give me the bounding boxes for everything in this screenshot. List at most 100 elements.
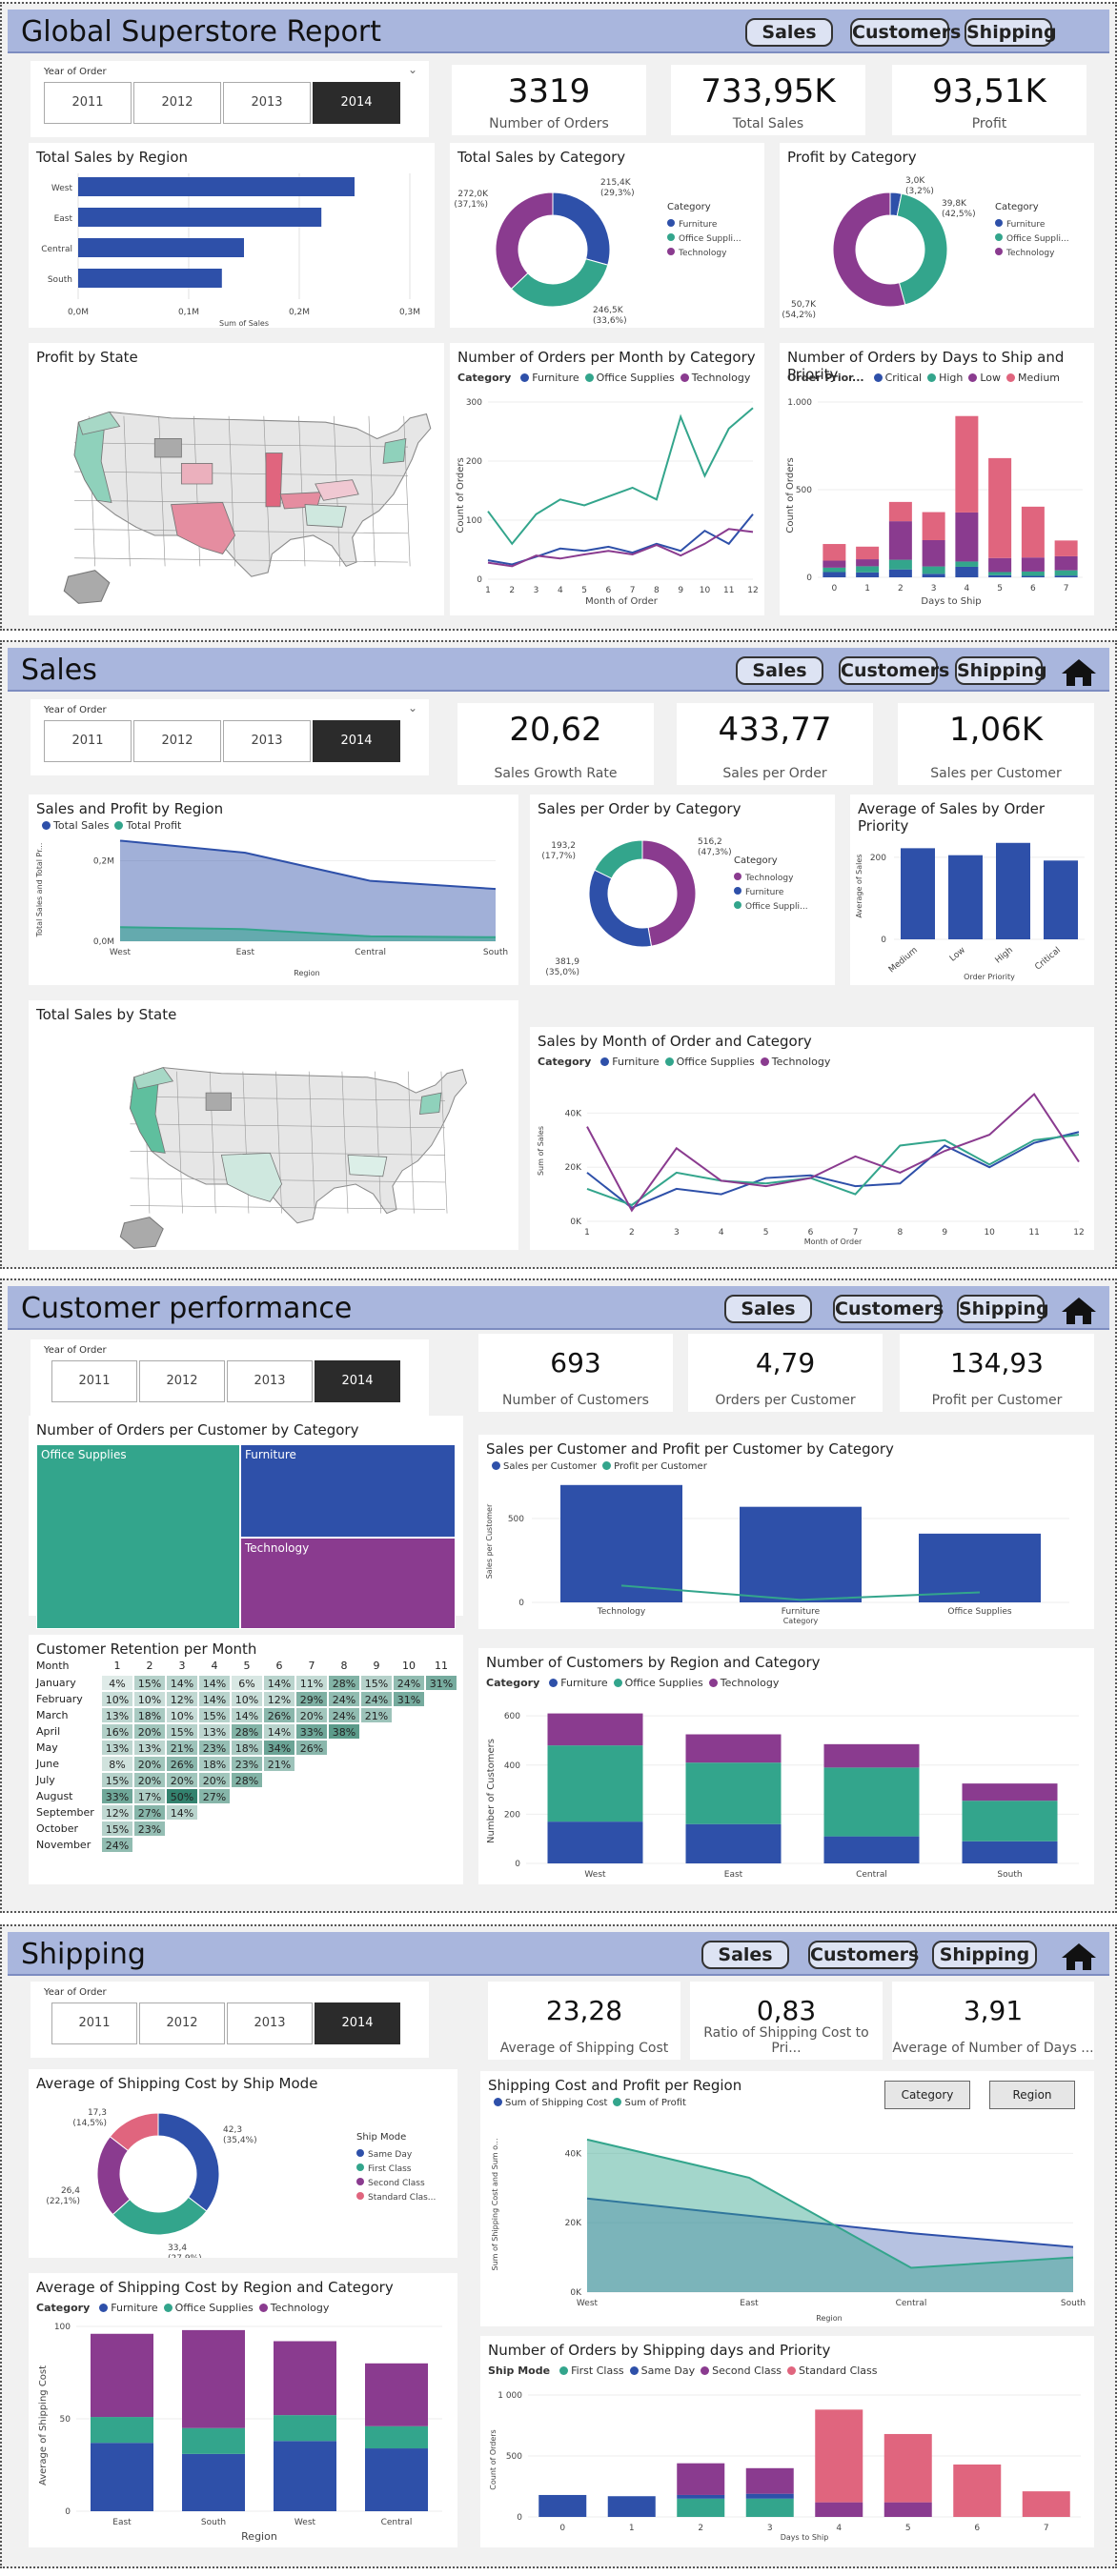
- matrix-cell[interactable]: 14%: [263, 1723, 295, 1740]
- state-shape[interactable]: [220, 1152, 283, 1202]
- customers-nav-button[interactable]: Customers: [833, 1295, 944, 1323]
- matrix-cell[interactable]: 15%: [101, 1772, 133, 1788]
- year-2011-button[interactable]: 2011: [51, 1360, 137, 1402]
- customers-nav-button[interactable]: Customers: [850, 18, 961, 47]
- shipping-nav-button[interactable]: Shipping: [957, 1295, 1049, 1323]
- shipping-nav-button[interactable]: Shipping: [932, 1941, 1037, 1969]
- matrix-cell[interactable]: 14%: [198, 1675, 231, 1691]
- alaska-shape[interactable]: [119, 1217, 164, 1249]
- matrix-cell[interactable]: 38%: [328, 1723, 360, 1740]
- matrix-cell[interactable]: 28%: [328, 1675, 360, 1691]
- matrix-cell[interactable]: 10%: [231, 1691, 263, 1707]
- matrix-cell[interactable]: 26%: [295, 1740, 328, 1756]
- state-shape[interactable]: [265, 453, 283, 508]
- matrix-cell[interactable]: 24%: [328, 1691, 360, 1707]
- matrix-cell[interactable]: 23%: [133, 1821, 166, 1837]
- sales-nav-button[interactable]: Sales: [701, 1941, 789, 1969]
- year-2014-button[interactable]: 2014: [313, 82, 400, 124]
- matrix-cell[interactable]: 14%: [198, 1691, 231, 1707]
- matrix-cell[interactable]: 28%: [231, 1723, 263, 1740]
- year-2013-button[interactable]: 2013: [223, 720, 311, 762]
- matrix-cell[interactable]: 11%: [295, 1675, 328, 1691]
- home-icon[interactable]: [1060, 1296, 1098, 1326]
- matrix-cell[interactable]: 24%: [393, 1675, 425, 1691]
- matrix-cell[interactable]: 21%: [166, 1740, 198, 1756]
- sales-nav-button[interactable]: Sales: [724, 1295, 812, 1323]
- matrix-cell[interactable]: 18%: [133, 1707, 166, 1723]
- matrix-cell[interactable]: 28%: [231, 1772, 263, 1788]
- home-icon[interactable]: [1060, 657, 1098, 688]
- sales-nav-button[interactable]: Sales: [745, 18, 833, 47]
- matrix-cell[interactable]: 14%: [166, 1675, 198, 1691]
- matrix-cell[interactable]: 15%: [133, 1675, 166, 1691]
- matrix-cell[interactable]: 12%: [166, 1691, 198, 1707]
- customers-nav-button[interactable]: Customers: [839, 656, 949, 685]
- treemap-tile-furniture[interactable]: Furniture: [240, 1444, 456, 1538]
- home-icon[interactable]: [1060, 1942, 1098, 1972]
- matrix-cell[interactable]: 34%: [263, 1740, 295, 1756]
- matrix-cell[interactable]: 20%: [166, 1772, 198, 1788]
- matrix-cell[interactable]: 17%: [133, 1788, 166, 1804]
- year-2013-button[interactable]: 2013: [223, 82, 311, 124]
- matrix-cell[interactable]: 15%: [360, 1675, 393, 1691]
- matrix-cell[interactable]: 20%: [198, 1772, 231, 1788]
- matrix-cell[interactable]: 14%: [263, 1675, 295, 1691]
- matrix-cell[interactable]: 33%: [295, 1723, 328, 1740]
- matrix-cell[interactable]: 13%: [101, 1707, 133, 1723]
- year-2011-button[interactable]: 2011: [44, 82, 132, 124]
- matrix-cell[interactable]: 31%: [393, 1691, 425, 1707]
- customers-nav-button[interactable]: Customers: [808, 1941, 919, 1969]
- matrix-cell[interactable]: 16%: [101, 1723, 133, 1740]
- matrix-cell[interactable]: 24%: [360, 1691, 393, 1707]
- matrix-cell[interactable]: 20%: [133, 1723, 166, 1740]
- matrix-cell[interactable]: 10%: [166, 1707, 198, 1723]
- matrix-cell[interactable]: 20%: [133, 1756, 166, 1772]
- matrix-cell[interactable]: 13%: [198, 1723, 231, 1740]
- matrix-cell[interactable]: 18%: [198, 1756, 231, 1772]
- year-2013-button[interactable]: 2013: [227, 2002, 313, 2044]
- matrix-cell[interactable]: 23%: [198, 1740, 231, 1756]
- matrix-cell[interactable]: 10%: [101, 1691, 133, 1707]
- chevron-down-icon[interactable]: ⌄: [408, 63, 417, 76]
- year-2012-button[interactable]: 2012: [139, 2002, 225, 2044]
- matrix-cell[interactable]: 27%: [133, 1804, 166, 1821]
- state-shape[interactable]: [382, 437, 407, 464]
- matrix-cell[interactable]: 8%: [101, 1756, 133, 1772]
- shipping-nav-button[interactable]: Shipping: [955, 656, 1047, 685]
- treemap-tile-technology[interactable]: Technology: [240, 1538, 456, 1629]
- region-filter-button[interactable]: Region: [989, 2081, 1075, 2109]
- alaska-shape[interactable]: [63, 570, 111, 604]
- matrix-cell[interactable]: 26%: [166, 1756, 198, 1772]
- matrix-cell[interactable]: 13%: [133, 1740, 166, 1756]
- year-2014-button[interactable]: 2014: [313, 720, 400, 762]
- state-shape[interactable]: [205, 1092, 233, 1111]
- matrix-cell[interactable]: 12%: [263, 1691, 295, 1707]
- matrix-cell[interactable]: 50%: [166, 1788, 198, 1804]
- chevron-down-icon[interactable]: ⌄: [408, 701, 417, 714]
- matrix-cell[interactable]: 15%: [101, 1821, 133, 1837]
- matrix-cell[interactable]: 24%: [328, 1707, 360, 1723]
- matrix-cell[interactable]: 15%: [198, 1707, 231, 1723]
- year-2012-button[interactable]: 2012: [133, 82, 221, 124]
- matrix-cell[interactable]: 20%: [133, 1772, 166, 1788]
- category-filter-button[interactable]: Category: [884, 2081, 970, 2109]
- matrix-cell[interactable]: 13%: [101, 1740, 133, 1756]
- matrix-cell[interactable]: 27%: [198, 1788, 231, 1804]
- year-2013-button[interactable]: 2013: [227, 1360, 313, 1402]
- matrix-cell[interactable]: 29%: [295, 1691, 328, 1707]
- matrix-cell[interactable]: 14%: [231, 1707, 263, 1723]
- year-2012-button[interactable]: 2012: [133, 720, 221, 762]
- matrix-cell[interactable]: 21%: [360, 1707, 393, 1723]
- year-2014-button[interactable]: 2014: [315, 2002, 400, 2044]
- matrix-cell[interactable]: 4%: [101, 1675, 133, 1691]
- matrix-cell[interactable]: 23%: [231, 1756, 263, 1772]
- matrix-cell[interactable]: 15%: [166, 1723, 198, 1740]
- state-shape[interactable]: [304, 504, 347, 528]
- us-map[interactable]: [29, 343, 444, 615]
- matrix-cell[interactable]: 6%: [231, 1675, 263, 1691]
- year-2014-button[interactable]: 2014: [315, 1360, 400, 1402]
- matrix-cell[interactable]: 21%: [263, 1756, 295, 1772]
- state-shape[interactable]: [347, 1154, 388, 1177]
- matrix-cell[interactable]: 31%: [425, 1675, 457, 1691]
- shipping-nav-button[interactable]: Shipping: [965, 18, 1057, 47]
